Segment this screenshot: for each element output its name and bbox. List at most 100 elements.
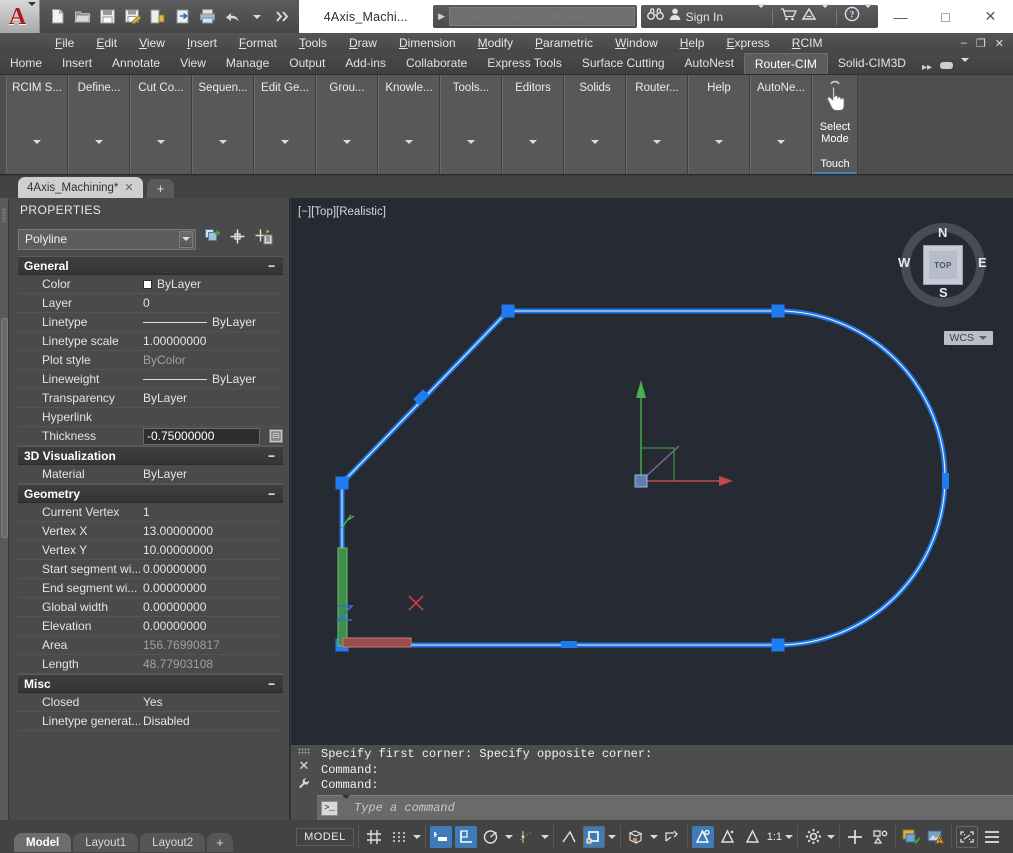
- property-row[interactable]: Vertex X13.00000000: [18, 522, 283, 541]
- layout-tab-layout2[interactable]: Layout2: [140, 833, 205, 852]
- quick-select-icon[interactable]: [204, 228, 221, 250]
- undo-icon[interactable]: [221, 6, 243, 28]
- file-tab-4axis-machining[interactable]: 4Axis_Machining* ✕: [18, 177, 143, 198]
- visual-dropdown-icon[interactable]: [650, 835, 658, 839]
- property-value[interactable]: 1.00000000: [140, 334, 283, 348]
- property-row[interactable]: Plot styleByColor: [18, 351, 283, 370]
- property-value[interactable]: ByLayer: [140, 277, 283, 291]
- ribbon-tab-home[interactable]: Home: [0, 53, 52, 74]
- property-value[interactable]: 0.00000000: [140, 619, 283, 633]
- property-group-misc[interactable]: Misc−: [18, 674, 283, 693]
- panel-expand-icon[interactable]: [715, 144, 723, 162]
- maximize-button[interactable]: □: [923, 0, 968, 33]
- command-prompt-dropdown-icon[interactable]: [342, 799, 350, 817]
- grip-dots-icon[interactable]: [298, 748, 310, 755]
- annotation-scale-label[interactable]: 1:1: [767, 831, 782, 843]
- property-value[interactable]: ByLayer: [140, 391, 283, 405]
- panel-expand-icon[interactable]: [95, 144, 103, 162]
- ribbon-tab-surface-cutting[interactable]: Surface Cutting: [572, 53, 675, 74]
- dynamic-ucs-icon[interactable]: [661, 826, 683, 848]
- menu-item-dimension[interactable]: Dimension: [388, 33, 467, 53]
- property-group-geometry[interactable]: Geometry−: [18, 484, 283, 503]
- property-row[interactable]: Linetype scale1.00000000: [18, 332, 283, 351]
- ribbon-panel-tools-[interactable]: Tools...: [440, 75, 502, 174]
- property-row[interactable]: Elevation0.00000000: [18, 617, 283, 636]
- undo-dropdown-icon[interactable]: [246, 6, 268, 28]
- panel-expand-icon[interactable]: [33, 144, 41, 162]
- panel-expand-icon[interactable]: [777, 144, 785, 162]
- ribbon-panel-router-[interactable]: Router...: [626, 75, 688, 174]
- property-row[interactable]: Thickness-0.75000000: [18, 427, 283, 446]
- menu-item-modify[interactable]: Modify: [467, 33, 524, 53]
- snap-mode-icon[interactable]: [388, 826, 410, 848]
- view-cube[interactable]: TOP N S E W: [893, 215, 993, 315]
- property-group-general[interactable]: General−: [18, 256, 283, 275]
- ucs-dropdown-icon[interactable]: [608, 835, 616, 839]
- ribbon-tab-router-cim[interactable]: Router-CIM: [744, 53, 828, 74]
- ribbon-tab-collaborate[interactable]: Collaborate: [396, 53, 477, 74]
- property-value[interactable]: ByLayer: [140, 372, 283, 386]
- close-icon[interactable]: ✕: [299, 760, 310, 772]
- layout-tab-model[interactable]: Model: [14, 833, 71, 852]
- workspace-dropdown-icon[interactable]: [827, 835, 835, 839]
- property-row[interactable]: Length48.77903108: [18, 655, 283, 674]
- object-type-select[interactable]: Polyline: [18, 229, 196, 250]
- close-icon[interactable]: ✕: [124, 181, 133, 194]
- layout-tab-layout1[interactable]: Layout1: [73, 833, 138, 852]
- property-row[interactable]: LinetypeByLayer: [18, 313, 283, 332]
- command-prompt-icon[interactable]: >_: [321, 801, 338, 816]
- menu-item-parametric[interactable]: Parametric: [524, 33, 604, 53]
- menu-item-help[interactable]: Help: [669, 33, 716, 53]
- property-value[interactable]: 13.00000000: [140, 524, 283, 538]
- menu-item-view[interactable]: View: [128, 33, 176, 53]
- ribbon-tab-express-tools[interactable]: Express Tools: [477, 53, 571, 74]
- help-dropdown-icon[interactable]: [864, 8, 872, 26]
- sign-in-dropdown-icon[interactable]: [757, 8, 765, 26]
- annotation-visibility-icon[interactable]: [717, 826, 739, 848]
- chevron-down-icon[interactable]: [28, 6, 36, 24]
- doc-minimize-button[interactable]: –: [961, 37, 967, 49]
- hardware-accel-icon[interactable]: [900, 826, 922, 848]
- property-value[interactable]: ByLayer: [140, 315, 283, 329]
- property-row[interactable]: TransparencyByLayer: [18, 389, 283, 408]
- close-button[interactable]: ✕: [968, 0, 1013, 33]
- viewcube-top-face[interactable]: TOP: [923, 245, 963, 285]
- ribbon-panel-edit-ge-[interactable]: Edit Ge...: [254, 75, 316, 174]
- property-row[interactable]: Start segment wi...0.00000000: [18, 560, 283, 579]
- grid-display-icon[interactable]: [363, 826, 385, 848]
- search-expand-icon[interactable]: ▶: [435, 11, 449, 22]
- infer-constraints-icon[interactable]: [430, 826, 452, 848]
- add-layout-button[interactable]: +: [207, 833, 233, 852]
- palette-title-rail[interactable]: [0, 198, 9, 820]
- model-space-button[interactable]: MODEL: [296, 828, 354, 846]
- new-file-tab-button[interactable]: +: [147, 179, 175, 198]
- isolate-objects-icon[interactable]: [869, 826, 891, 848]
- drawing-canvas[interactable]: [−][Top][Realistic]: [291, 198, 1013, 745]
- autodesk-app-icon[interactable]: [801, 7, 817, 26]
- ribbon-panel-cut-co-[interactable]: Cut Co...: [130, 75, 192, 174]
- ribbon-panel-help[interactable]: Help: [688, 75, 750, 174]
- panel-expand-icon[interactable]: [157, 144, 165, 162]
- group-collapse-icon[interactable]: −: [268, 487, 275, 501]
- panel-expand-icon[interactable]: [343, 144, 351, 162]
- viewcube-south-label[interactable]: S: [939, 285, 948, 300]
- wrench-icon[interactable]: [298, 777, 310, 792]
- user-avatar-icon[interactable]: [668, 7, 682, 26]
- property-row[interactable]: Vertex Y10.00000000: [18, 541, 283, 560]
- ribbon-panel-autone-[interactable]: AutoNe...: [750, 75, 812, 174]
- menu-item-draw[interactable]: Draw: [338, 33, 388, 53]
- ribbon-tab-manage[interactable]: Manage: [216, 53, 279, 74]
- panel-expand-icon[interactable]: [591, 144, 599, 162]
- ribbon-panel-editors[interactable]: Editors: [502, 75, 564, 174]
- group-collapse-icon[interactable]: −: [268, 677, 275, 691]
- customization-menu-icon[interactable]: [981, 826, 1003, 848]
- touch-panel-title[interactable]: Touch: [813, 158, 857, 174]
- menu-item-format[interactable]: Format: [228, 33, 288, 53]
- osnap-dropdown-icon[interactable]: [541, 835, 549, 839]
- allow-ucs-icon[interactable]: [625, 826, 647, 848]
- doc-close-button[interactable]: ✕: [995, 37, 1004, 50]
- panel-expand-icon[interactable]: [405, 144, 413, 162]
- chevron-down-icon[interactable]: [979, 336, 987, 340]
- add-toolbar-icon[interactable]: [844, 826, 866, 848]
- property-row[interactable]: Layer0: [18, 294, 283, 313]
